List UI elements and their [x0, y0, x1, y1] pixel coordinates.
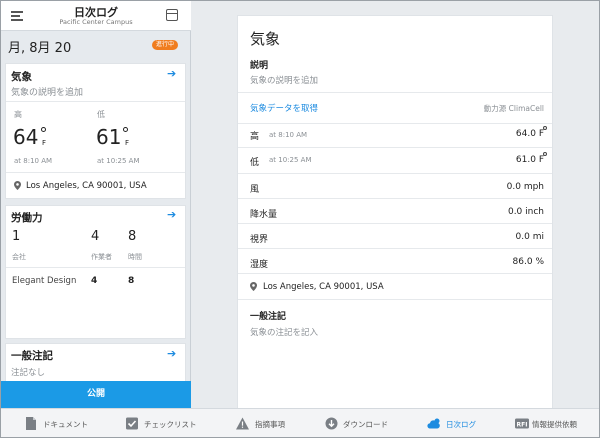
menu-icon[interactable] — [11, 11, 23, 21]
arrow-right-icon[interactable]: ➔ — [167, 68, 177, 79]
precipitation-value: 0.0 inch — [507, 207, 544, 217]
divider — [238, 147, 552, 148]
weather-detail-panel: 気象 説明 気象の説明を追加 気象データを取得 動力源 ClimaCell 高 … — [237, 15, 553, 408]
low-time: at 10:25 AM — [97, 157, 140, 165]
companies-count: 1 — [12, 229, 21, 244]
labor-card[interactable]: 労働力 ➔ 1 会社 4 作業者 8 時間 Elegant Design 4 8 — [5, 205, 186, 339]
divider — [238, 273, 552, 274]
precipitation-label: 降水量 — [250, 210, 278, 220]
publish-button[interactable]: 公開 — [1, 381, 191, 408]
document-icon — [26, 417, 36, 430]
tab-checklist[interactable]: チェックリスト — [126, 409, 206, 437]
labor-card-title: 労働力 — [11, 212, 43, 224]
log-date: 月, 8月 20 — [8, 41, 72, 56]
tab-issues[interactable]: 指摘事項 — [236, 409, 306, 437]
tab-rfi[interactable]: RFI 情報提供依頼 — [515, 409, 585, 437]
status-badge: 進行中 — [152, 40, 179, 50]
rfi-icon: RFI — [515, 418, 529, 429]
weather-card[interactable]: 気象 ➔ 気象の説明を追加 高 64 F at 8:10 AM 低 61 F a… — [5, 63, 186, 199]
location-pin-icon — [14, 181, 21, 190]
high-time: at 8:10 AM — [269, 131, 308, 139]
low-label: 低 — [97, 110, 105, 119]
weather-icon — [427, 418, 440, 429]
high-time: at 8:10 AM — [14, 157, 53, 165]
divider — [6, 101, 185, 102]
location-pin-icon — [250, 282, 257, 291]
notes-text: 注記なし — [11, 368, 46, 378]
fetch-weather-link[interactable]: 気象データを取得 — [250, 102, 318, 114]
low-value: 61.0 F — [515, 155, 544, 165]
low-unit: F — [125, 139, 130, 147]
wind-label: 風 — [250, 185, 260, 195]
low-temp: 61 — [96, 125, 122, 149]
company-name: Elegant Design — [12, 276, 77, 286]
low-label: 低 — [250, 158, 260, 168]
degree-icon — [543, 126, 547, 130]
app-window: 日次ログ Pacific Center Campus 月, 8月 20 進行中 … — [0, 0, 600, 438]
tab-label: ダウンロード — [343, 420, 388, 429]
degree-icon — [41, 127, 46, 132]
divider — [238, 92, 552, 93]
company-hours: 8 — [128, 276, 135, 286]
high-value: 64.0 F — [515, 129, 544, 139]
calendar-icon[interactable] — [166, 9, 178, 21]
degree-icon — [543, 152, 547, 156]
hours-count: 8 — [128, 229, 137, 244]
high-unit: F — [42, 139, 47, 147]
companies-label: 会社 — [12, 253, 26, 261]
arrow-right-icon[interactable]: ➔ — [167, 209, 177, 220]
bottom-tab-bar: ドキュメント チェックリスト 指摘事項 ダウンロード 日次ログ RFI 情報提供… — [1, 408, 599, 437]
tab-daily-log[interactable]: 日次ログ — [427, 409, 483, 437]
high-label: 高 — [250, 132, 260, 142]
low-time: at 10:25 AM — [269, 156, 312, 164]
weather-description: 気象の説明を追加 — [11, 88, 84, 98]
svg-text:RFI: RFI — [517, 421, 528, 428]
humidity-label: 湿度 — [250, 260, 269, 270]
description-input[interactable]: 気象の説明を追加 — [250, 74, 318, 86]
visibility-value: 0.0 mi — [515, 232, 544, 242]
weather-card-title: 気象 — [11, 71, 32, 83]
description-heading: 説明 — [250, 61, 269, 71]
divider — [238, 173, 552, 174]
workers-label: 作業者 — [91, 253, 112, 261]
checklist-icon — [126, 417, 138, 430]
degree-icon — [123, 127, 128, 132]
tab-label: チェックリスト — [144, 420, 197, 429]
notes-card[interactable]: 一般注記 ➔ 注記なし — [5, 343, 186, 383]
tab-label: 情報提供依頼 — [532, 420, 577, 429]
download-icon — [325, 417, 338, 430]
notes-card-title: 一般注記 — [11, 350, 53, 362]
workers-count: 4 — [91, 229, 100, 244]
company-workers: 4 — [91, 276, 98, 286]
divider — [238, 123, 552, 124]
divider — [6, 172, 185, 173]
wind-value: 0.0 mph — [506, 182, 544, 192]
tab-download[interactable]: ダウンロード — [325, 409, 395, 437]
visibility-label: 視界 — [250, 235, 269, 245]
panel-title: 気象 — [250, 30, 281, 48]
warning-icon — [236, 417, 249, 430]
divider — [238, 223, 552, 224]
divider — [238, 248, 552, 249]
high-label: 高 — [14, 110, 22, 119]
powered-by-text: 動力源 ClimaCell — [483, 104, 544, 113]
notes-heading: 一般注記 — [250, 312, 287, 322]
tab-documents[interactable]: ドキュメント — [25, 409, 97, 437]
divider — [238, 198, 552, 199]
divider — [6, 267, 185, 268]
top-header: 日次ログ Pacific Center Campus — [1, 1, 191, 31]
notes-input[interactable]: 気象の注記を記入 — [250, 326, 318, 338]
tab-label: ドキュメント — [43, 420, 88, 429]
humidity-value: 86.0 % — [512, 257, 544, 267]
divider — [238, 299, 552, 300]
weather-location: Los Angeles, CA 90001, USA — [26, 181, 147, 191]
arrow-right-icon[interactable]: ➔ — [167, 348, 177, 359]
tab-label: 日次ログ — [446, 420, 476, 429]
high-temp: 64 — [13, 125, 39, 149]
panel-location: Los Angeles, CA 90001, USA — [263, 282, 384, 292]
left-pane: 日次ログ Pacific Center Campus 月, 8月 20 進行中 … — [1, 1, 191, 408]
hours-label: 時間 — [128, 253, 142, 261]
tab-label: 指摘事項 — [255, 420, 285, 429]
project-name: Pacific Center Campus — [59, 18, 133, 26]
